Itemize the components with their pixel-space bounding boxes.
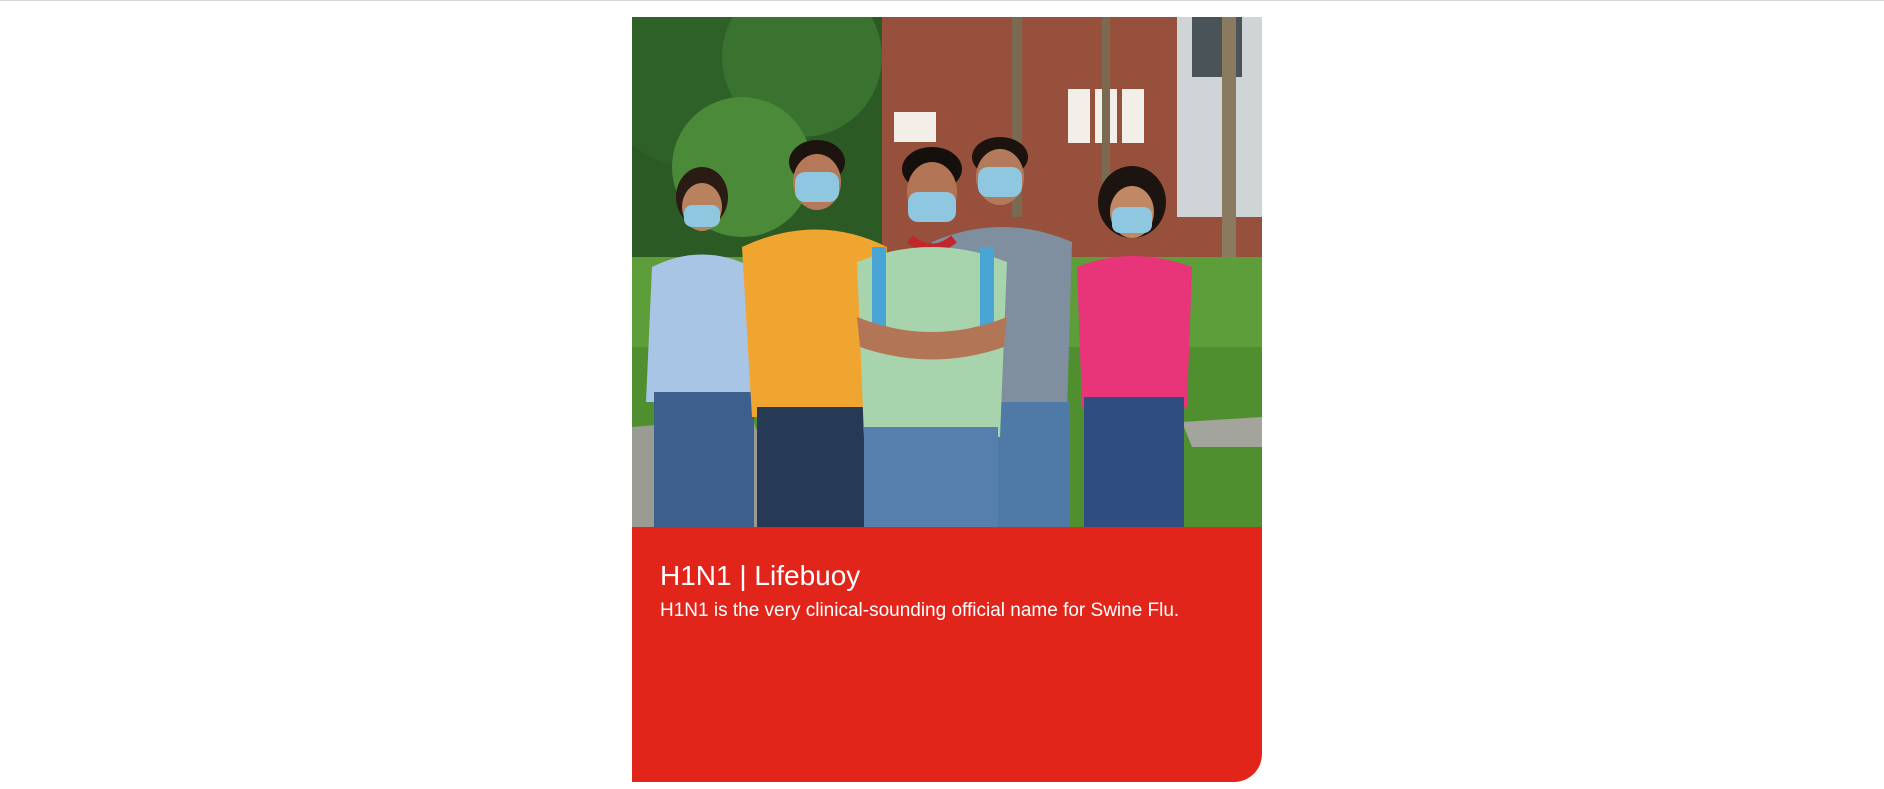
card-caption: H1N1 | Lifebuoy H1N1 is the very clinica…	[632, 527, 1262, 782]
card-description: H1N1 is the very clinical-sounding offic…	[660, 600, 1180, 621]
card-image[interactable]	[632, 17, 1262, 527]
article-card[interactable]: H1N1 | Lifebuoy H1N1 is the very clinica…	[632, 17, 1262, 782]
card-title[interactable]: H1N1 | Lifebuoy	[660, 559, 860, 593]
top-divider	[0, 0, 1884, 1]
